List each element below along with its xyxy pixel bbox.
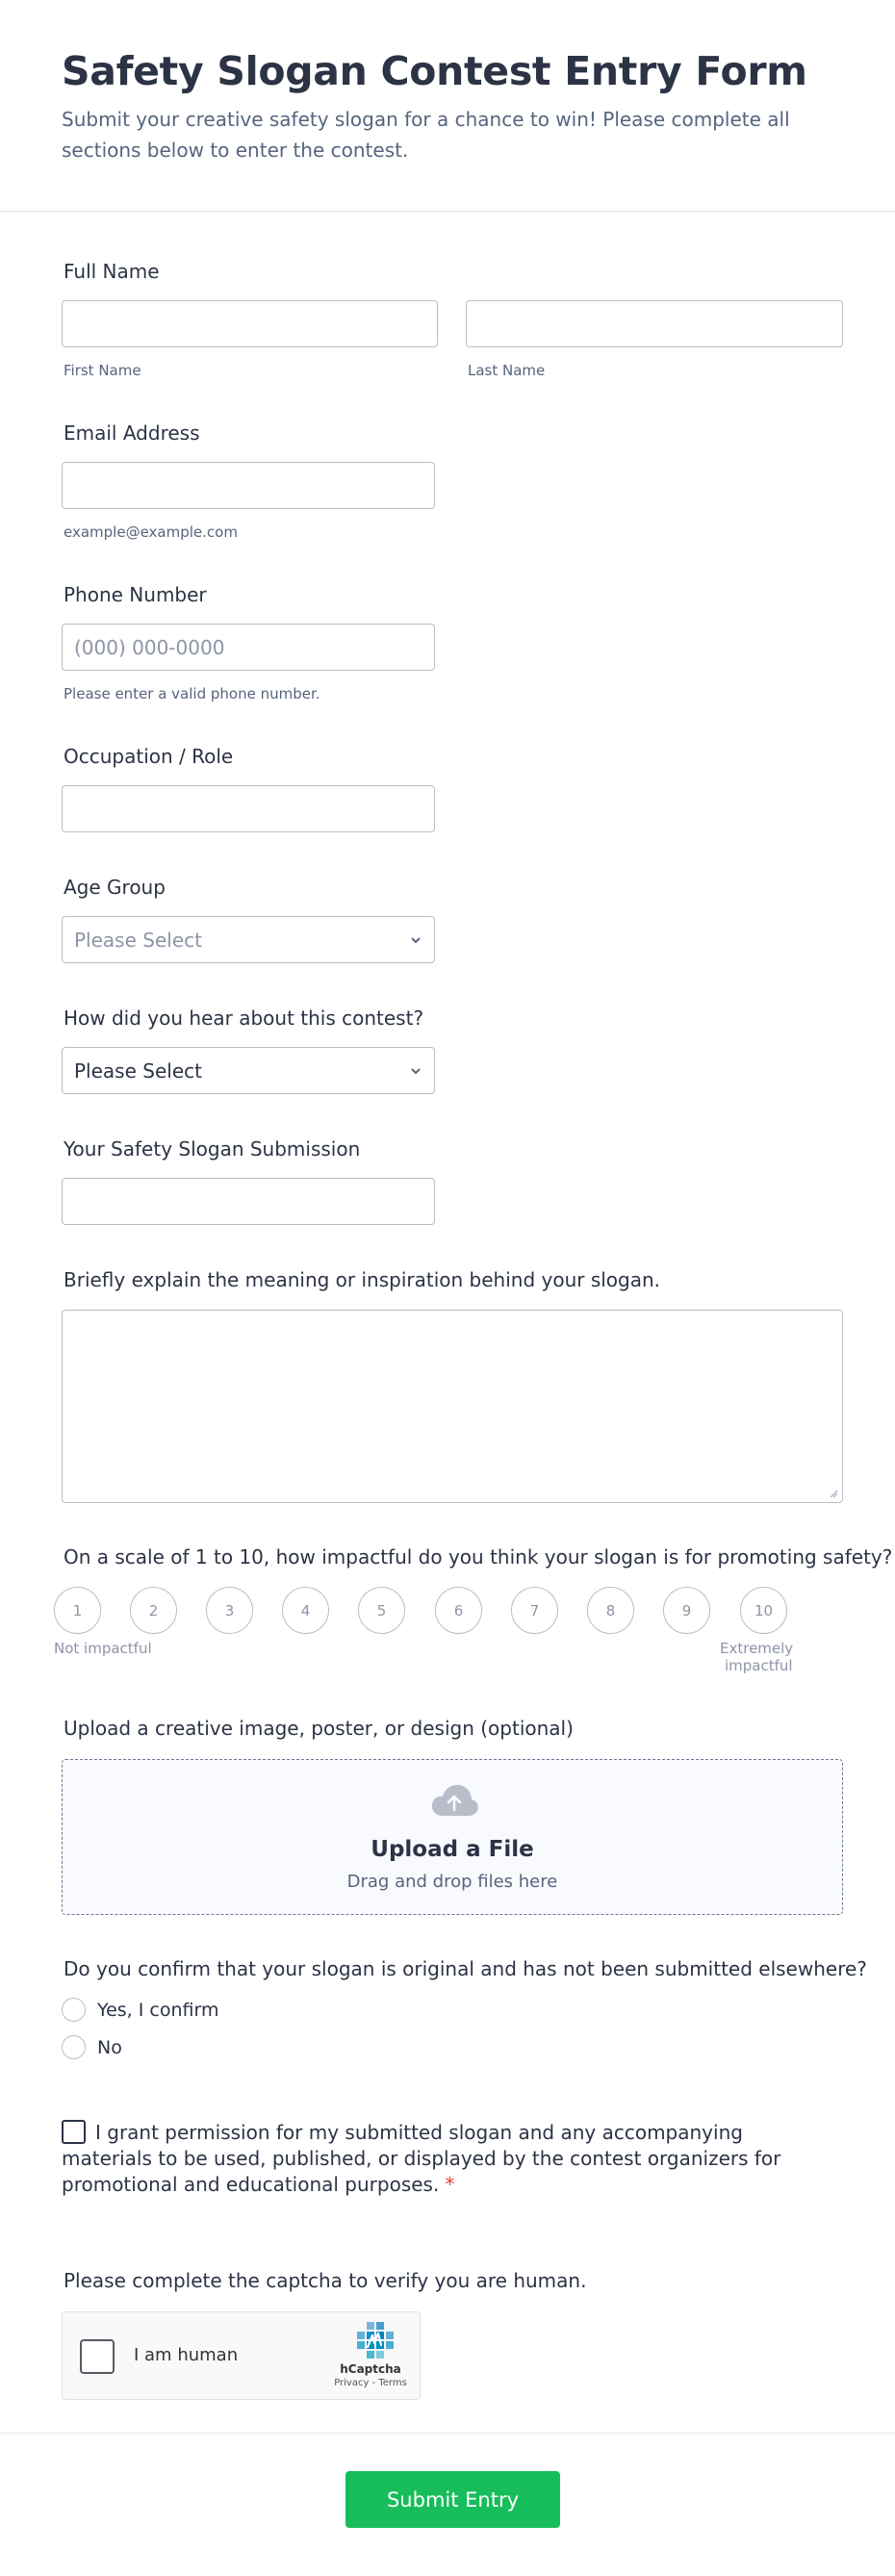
age-group-value: Please Select bbox=[74, 928, 202, 952]
slogan-input[interactable] bbox=[62, 1178, 435, 1225]
occupation-label: Occupation / Role bbox=[64, 745, 234, 768]
radio-label-no: No bbox=[97, 2036, 122, 2058]
hcaptcha-logo-icon bbox=[357, 2322, 394, 2359]
phone-sublabel: Please enter a valid phone number. bbox=[64, 685, 320, 702]
occupation-input[interactable] bbox=[62, 785, 435, 832]
rating-label: On a scale of 1 to 10, how impactful do … bbox=[64, 1545, 893, 1569]
rating-option-10[interactable]: 10 bbox=[740, 1587, 787, 1634]
resize-grip-icon[interactable] bbox=[829, 1489, 838, 1498]
upload-subtitle: Drag and drop files here bbox=[346, 1872, 558, 1892]
hear-about-label: How did you hear about this contest? bbox=[64, 1007, 424, 1030]
captcha-terms-link[interactable]: Privacy - Terms bbox=[322, 2378, 419, 2388]
rating-option-6[interactable]: 6 bbox=[435, 1587, 482, 1634]
consent-field: I grant permission for my submitted slog… bbox=[62, 2120, 793, 2198]
first-name-input[interactable] bbox=[62, 300, 438, 347]
rating-option-8[interactable]: 8 bbox=[587, 1587, 634, 1634]
rating-option-9[interactable]: 9 bbox=[663, 1587, 710, 1634]
captcha-checkbox-label: I am human bbox=[134, 2345, 239, 2365]
captcha-checkbox[interactable] bbox=[80, 2339, 115, 2374]
hear-about-value: Please Select bbox=[74, 1058, 202, 1083]
form-header: Safety Slogan Contest Entry Form Submit … bbox=[0, 0, 895, 212]
radio-button[interactable] bbox=[62, 1998, 86, 2022]
radio-option-no[interactable]: No bbox=[62, 2035, 122, 2059]
phone-label: Phone Number bbox=[64, 583, 207, 606]
rating-min-label: Not impactful bbox=[54, 1640, 152, 1657]
chevron-down-icon bbox=[411, 1067, 421, 1074]
radio-label-yes: Yes, I confirm bbox=[97, 1999, 219, 2021]
first-name-sublabel: First Name bbox=[64, 362, 141, 379]
cloud-upload-icon bbox=[431, 1784, 478, 1816]
upload-title: Upload a File bbox=[371, 1837, 534, 1862]
submit-button[interactable]: Submit Entry bbox=[345, 2471, 560, 2528]
radio-option-yes[interactable]: Yes, I confirm bbox=[62, 1998, 218, 2022]
rating-option-7[interactable]: 7 bbox=[511, 1587, 558, 1634]
email-sublabel: example@example.com bbox=[64, 523, 238, 541]
footer-divider bbox=[0, 2433, 895, 2434]
age-group-label: Age Group bbox=[64, 876, 166, 899]
originality-label: Do you confirm that your slogan is origi… bbox=[64, 1957, 867, 1980]
full-name-label: Full Name bbox=[64, 260, 160, 283]
email-input[interactable] bbox=[62, 462, 435, 509]
captcha-label: Please complete the captcha to verify yo… bbox=[64, 2269, 587, 2292]
age-group-select[interactable]: Please Select bbox=[62, 916, 435, 963]
file-upload-dropzone[interactable]: Upload a File Drag and drop files here bbox=[62, 1759, 843, 1915]
last-name-input[interactable] bbox=[466, 300, 843, 347]
upload-label: Upload a creative image, poster, or desi… bbox=[64, 1717, 574, 1740]
form-title: Safety Slogan Contest Entry Form bbox=[62, 48, 807, 94]
rating-option-4[interactable]: 4 bbox=[282, 1587, 329, 1634]
rating-option-5[interactable]: 5 bbox=[358, 1587, 405, 1634]
required-mark: * bbox=[445, 2173, 455, 2196]
radio-button[interactable] bbox=[62, 2035, 86, 2059]
rating-option-1[interactable]: 1 bbox=[54, 1587, 101, 1634]
rating-option-2[interactable]: 2 bbox=[130, 1587, 177, 1634]
explanation-label: Briefly explain the meaning or inspirati… bbox=[64, 1268, 661, 1291]
consent-text: I grant permission for my submitted slog… bbox=[62, 2121, 781, 2196]
phone-input[interactable] bbox=[62, 624, 435, 671]
slogan-label: Your Safety Slogan Submission bbox=[64, 1137, 361, 1160]
email-label: Email Address bbox=[64, 421, 200, 445]
last-name-sublabel: Last Name bbox=[468, 362, 546, 379]
captcha-widget: I am human hCaptcha Privacy - Terms bbox=[62, 2311, 421, 2400]
chevron-down-icon bbox=[411, 936, 421, 943]
captcha-brand: hCaptcha bbox=[340, 2362, 401, 2376]
explanation-textarea[interactable] bbox=[62, 1310, 843, 1503]
hear-about-select[interactable]: Please Select bbox=[62, 1047, 435, 1094]
rating-max-label-line1: Extremely bbox=[720, 1640, 794, 1657]
rating-option-3[interactable]: 3 bbox=[206, 1587, 253, 1634]
form-subtitle: Submit your creative safety slogan for a… bbox=[62, 108, 790, 162]
consent-checkbox[interactable] bbox=[62, 2120, 86, 2144]
rating-max-label-line2: impactful bbox=[725, 1657, 793, 1674]
